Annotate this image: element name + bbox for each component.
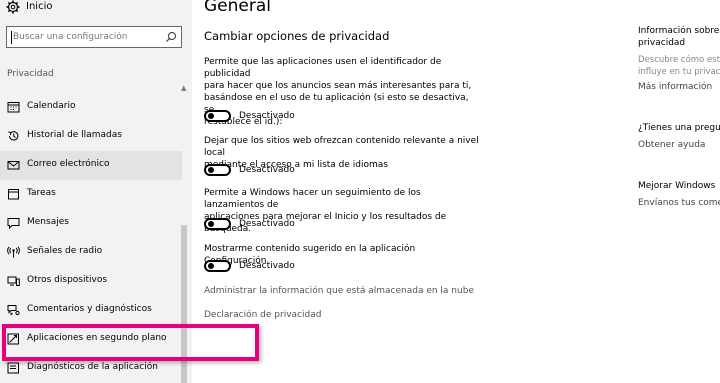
sidebar-item-tareas[interactable]: Tareas (0, 180, 182, 209)
privacy-info-title-line: privacidad (638, 38, 686, 48)
toggle-knob (208, 221, 214, 227)
sidebar-item-label: Otros dispositivos (27, 275, 108, 285)
toggle-state-label: Desactivado (239, 261, 295, 271)
mail-icon (7, 161, 20, 170)
sidebar-item-calendario[interactable]: Calendario (0, 93, 182, 122)
sidebar-item-label: Comentarios y diagnósticos (27, 304, 152, 314)
sidebar-item-label: Tareas (27, 188, 56, 198)
sidebar-item-label: Correo electrónico (27, 159, 110, 169)
option-description-line: Permite a Windows hacer un seguimiento d… (204, 188, 421, 210)
history-icon (8, 131, 19, 141)
sidebar-item-label: Señales de radio (27, 246, 103, 256)
option-description-line: Dejar que los sitios web ofrezcan conten… (204, 136, 479, 158)
tasks-icon (8, 189, 19, 200)
sidebar-item-historial-de-llamadas[interactable]: Historial de llamadas (0, 122, 182, 151)
text-caret (11, 31, 12, 44)
get-help-link[interactable]: Obtener ayuda (638, 140, 705, 150)
toggle-knob (208, 113, 214, 119)
toggle-state-label: Desactivado (239, 111, 295, 121)
option-description-line: para hacer que los anuncios sean más int… (204, 81, 472, 91)
question-title: ¿Tienes una pregunt (638, 123, 720, 133)
privacy-info-desc-line: influye en tu privac (638, 67, 720, 77)
home-label: Inicio (26, 1, 53, 12)
app-diagnostics-icon (7, 362, 19, 374)
sidebar-item-comentarios-y-diagnosticos[interactable]: Comentarios y diagnósticos (0, 296, 182, 325)
highlight-box (2, 324, 259, 361)
send-feedback-link[interactable]: Envíanos tus comen (638, 198, 720, 208)
radio-icon (7, 246, 20, 258)
section-title: Cambiar opciones de privacidad (204, 29, 390, 43)
privacy-info-title-line: Información sobre tu (638, 26, 720, 36)
toggle-state-label: Desactivado (239, 219, 295, 229)
home-link[interactable]: Inicio (0, 0, 192, 18)
toggle-advertising-id[interactable] (204, 110, 231, 122)
option-description-line: Permite que las aplicaciones usen el ide… (204, 57, 442, 79)
manage-cloud-info-link[interactable]: Administrar la información que está alma… (204, 286, 474, 296)
sidebar-item-correo-electronico[interactable]: Correo electrónico (0, 151, 182, 180)
scroll-up-arrow-icon[interactable]: ▲ (181, 84, 186, 92)
feedback-icon (7, 305, 20, 316)
privacy-info-desc-line: Descubre cómo esta (638, 55, 720, 65)
toggle-knob (208, 167, 214, 173)
sidebar-item-mensajes[interactable]: Mensajes (0, 209, 182, 238)
toggle-knob (208, 263, 214, 269)
toggle-state-label: Desactivado (239, 165, 295, 175)
toggle-app-launch-tracking[interactable] (204, 218, 231, 230)
devices-icon (7, 276, 20, 286)
right-panel: Información sobre tu privacidad Descubre… (638, 0, 720, 383)
search-box[interactable] (6, 26, 182, 48)
more-info-link[interactable]: Más información (638, 82, 712, 92)
sidebar-item-label: Historial de llamadas (27, 130, 122, 140)
privacy-statement-link[interactable]: Declaración de privacidad (204, 310, 321, 320)
sidebar-item-senales-de-radio[interactable]: Señales de radio (0, 238, 182, 267)
gear-icon (6, 0, 20, 14)
search-icon[interactable] (165, 31, 177, 43)
toggle-suggested-content[interactable] (204, 260, 231, 272)
sidebar-item-label: Calendario (27, 101, 76, 111)
search-input[interactable] (13, 29, 163, 45)
page-title: General (204, 0, 271, 16)
calendar-icon (7, 102, 20, 113)
toggle-language-list[interactable] (204, 164, 231, 176)
sidebar-item-otros-dispositivos[interactable]: Otros dispositivos (0, 267, 182, 296)
sidebar-item-label: Diagnósticos de la aplicación (27, 362, 158, 372)
section-label-privacy: Privacidad (7, 69, 54, 79)
message-icon (7, 218, 20, 229)
sidebar-item-label: Mensajes (27, 217, 69, 227)
improve-windows-title: Mejorar Windows (638, 181, 716, 191)
